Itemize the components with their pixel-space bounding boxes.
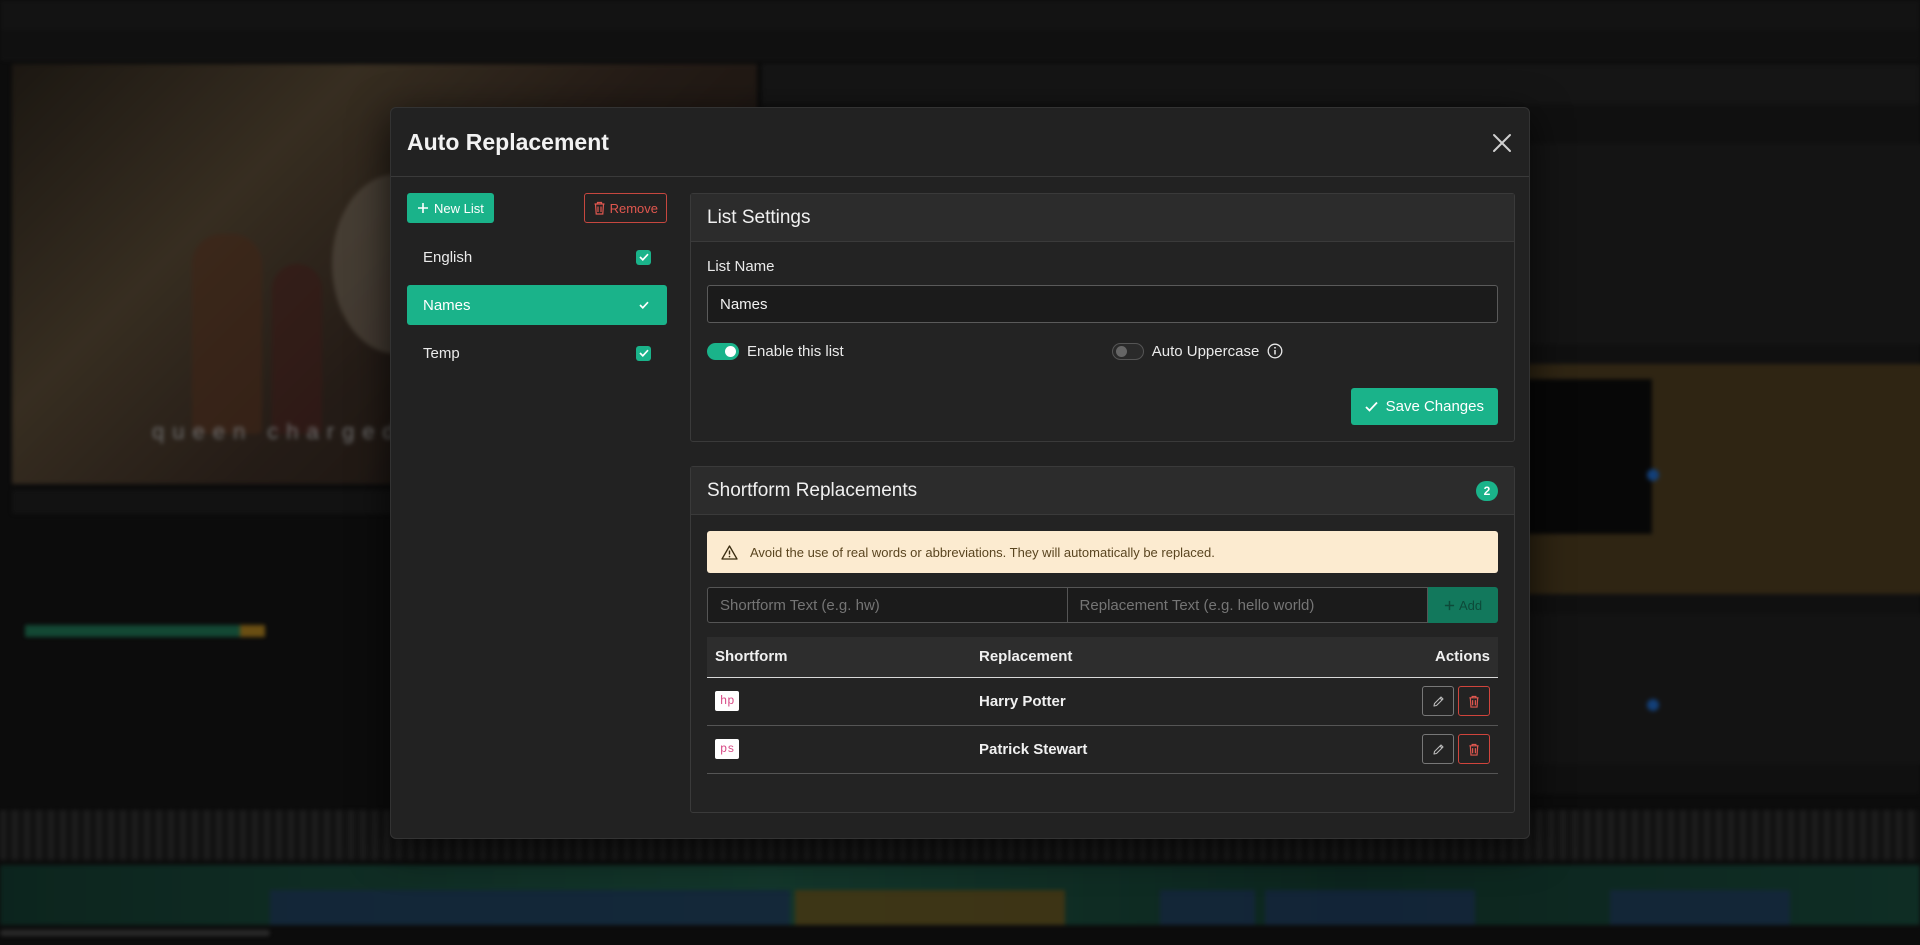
lists-sidebar: New List Remove English Names Temp	[407, 193, 667, 381]
column-header-shortform: Shortform	[715, 648, 788, 666]
shortform-header: Shortform Replacements 2	[691, 467, 1514, 515]
list-name-input[interactable]	[707, 285, 1498, 323]
check-icon	[638, 301, 649, 309]
list-items: English Names Temp	[407, 237, 667, 373]
list-enabled-checkbox[interactable]	[636, 249, 651, 265]
check-icon	[638, 349, 649, 357]
column-header-replacement: Replacement	[979, 648, 1073, 666]
delete-button[interactable]	[1458, 734, 1490, 764]
warning-alert: Avoid the use of real words or abbreviat…	[707, 531, 1498, 573]
save-changes-button[interactable]: Save Changes	[1350, 388, 1498, 425]
edit-button[interactable]	[1422, 686, 1454, 716]
add-replacement-button[interactable]: Add	[1428, 587, 1498, 623]
auto-uppercase-toggle-row: Auto Uppercase	[1111, 341, 1284, 361]
list-item-names[interactable]: Names	[407, 285, 667, 325]
background-menubar	[0, 0, 1920, 30]
table-header-row: Shortform Replacement Actions	[707, 637, 1498, 677]
list-item-temp[interactable]: Temp	[407, 333, 667, 373]
add-label: Add	[1458, 597, 1483, 613]
list-settings-header: List Settings	[691, 194, 1514, 242]
remove-list-button[interactable]: Remove	[583, 193, 667, 223]
pencil-icon	[1432, 695, 1444, 707]
close-button[interactable]	[1489, 130, 1515, 156]
auto-uppercase-toggle[interactable]	[1111, 342, 1144, 360]
list-item-label: Temp	[423, 344, 460, 362]
background-clip	[1345, 890, 1475, 925]
shortform-input[interactable]	[707, 587, 1068, 623]
shortform-code: hp	[715, 691, 740, 711]
list-name-label: List Name	[707, 258, 775, 275]
list-item-label: English	[423, 248, 473, 266]
new-list-button[interactable]: New List	[407, 193, 494, 223]
replacement-input[interactable]	[1067, 587, 1429, 623]
trash-icon	[594, 201, 605, 215]
list-item-label: Names	[423, 296, 471, 314]
column-header-actions: Actions	[1434, 648, 1490, 666]
plus-icon	[418, 203, 428, 213]
info-icon[interactable]	[1267, 343, 1283, 359]
close-icon	[1493, 134, 1511, 152]
warning-text: Avoid the use of real words or abbreviat…	[750, 544, 1215, 560]
dialog-title: Auto Replacement	[407, 128, 609, 155]
actions-cell	[1280, 677, 1498, 725]
shortform-cell: hp	[707, 677, 971, 725]
background-toolbar	[0, 30, 1920, 60]
replacements-table: Shortform Replacement Actions hp Harry Po…	[707, 637, 1498, 774]
background-level-bar-peak	[240, 625, 265, 637]
add-replacement-row: Add	[707, 587, 1498, 623]
replacement-cell: Harry Potter	[979, 692, 1066, 710]
list-enabled-checkbox[interactable]	[636, 345, 651, 361]
background-scrollbar	[0, 930, 270, 936]
list-settings-panel: List Settings List Name Enable this list…	[690, 193, 1515, 442]
list-item-english[interactable]: English	[407, 237, 667, 277]
shortform-cell: ps	[707, 725, 971, 773]
actions-cell	[1280, 725, 1498, 773]
trash-icon	[1469, 743, 1479, 756]
save-changes-label: Save Changes	[1385, 398, 1484, 415]
table-row: ps Patrick Stewart	[707, 725, 1498, 773]
check-icon	[1364, 401, 1378, 412]
enable-list-toggle-row: Enable this list	[707, 341, 844, 361]
replacement-cell: Patrick Stewart	[979, 740, 1088, 758]
plus-icon	[1444, 600, 1455, 610]
background-clip	[1160, 890, 1255, 925]
enable-list-toggle[interactable]	[707, 342, 739, 360]
enable-list-label: Enable this list	[747, 342, 844, 360]
background-clip	[795, 890, 1065, 925]
shortform-replacements-panel: Shortform Replacements 2 Avoid the use o…	[690, 466, 1515, 813]
auto-uppercase-label: Auto Uppercase	[1151, 342, 1260, 360]
background-level-bar	[25, 625, 265, 637]
trash-icon	[1469, 695, 1479, 708]
shortform-title: Shortform Replacements	[707, 479, 918, 501]
background-subtitle: queen charged	[152, 419, 403, 444]
warning-triangle-icon	[721, 544, 738, 560]
shortform-code: ps	[715, 739, 740, 759]
replacement-count-badge: 2	[1476, 480, 1498, 501]
edit-button[interactable]	[1422, 734, 1454, 764]
list-enabled-checkbox[interactable]	[636, 298, 651, 313]
pencil-icon	[1432, 743, 1444, 755]
background-clip	[1265, 890, 1345, 925]
auto-replacement-dialog: Auto Replacement New List Remove English…	[390, 107, 1530, 839]
list-settings-title: List Settings	[707, 206, 811, 228]
background-clip	[270, 890, 790, 925]
remove-list-label: Remove	[609, 200, 658, 216]
delete-button[interactable]	[1458, 686, 1490, 716]
background-clip	[1610, 890, 1790, 925]
dialog-header: Auto Replacement	[391, 108, 1529, 177]
table-row: hp Harry Potter	[707, 677, 1498, 725]
new-list-label: New List	[434, 200, 484, 216]
check-icon	[638, 253, 649, 261]
